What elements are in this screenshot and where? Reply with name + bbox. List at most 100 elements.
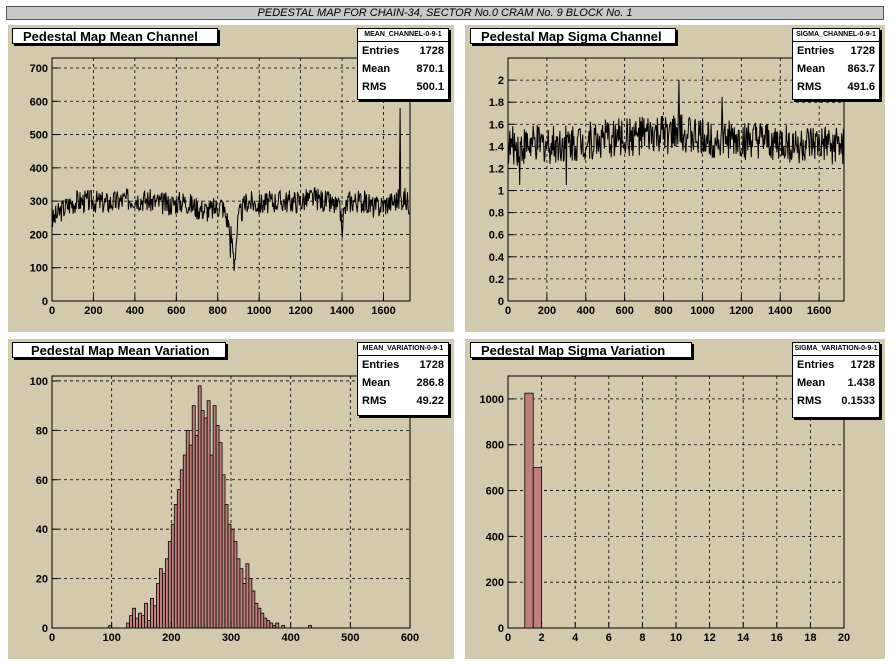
y-tick-label: 1.8 bbox=[489, 97, 504, 109]
histogram-bar bbox=[272, 625, 277, 629]
stats-box: MEAN_VARIATION-0-9-1 Entries 1728 Mean 286… bbox=[357, 342, 449, 416]
x-tick-label: 400 bbox=[281, 632, 299, 644]
x-tick-label: 1600 bbox=[371, 305, 395, 317]
y-tick-label: 0.6 bbox=[489, 230, 504, 242]
x-tick-label: 1000 bbox=[247, 305, 271, 317]
y-tick-label: 1000 bbox=[480, 394, 504, 406]
x-tick-label: 400 bbox=[577, 305, 595, 317]
x-tick-label: 4 bbox=[572, 632, 579, 644]
histogram-bar bbox=[150, 597, 154, 629]
histogram-bar bbox=[281, 625, 286, 629]
x-tick-label: 1200 bbox=[729, 305, 753, 317]
y-tick-label: 0.2 bbox=[489, 274, 504, 286]
histogram-bar bbox=[251, 590, 256, 629]
x-tick-label: 0 bbox=[505, 305, 511, 317]
histogram-bar bbox=[275, 622, 280, 629]
y-tick-label: 400 bbox=[30, 163, 48, 175]
histogram-bar bbox=[200, 410, 205, 629]
y-tick-label: 1.2 bbox=[489, 163, 504, 175]
x-tick-label: 600 bbox=[167, 305, 185, 317]
histogram-bar bbox=[153, 605, 157, 629]
y-tick-label: 1.6 bbox=[489, 119, 504, 131]
histogram-bar bbox=[179, 469, 184, 629]
page-title: PEDESTAL MAP FOR CHAIN-34, SECTOR No.0 C… bbox=[6, 6, 884, 20]
histogram-bar bbox=[173, 504, 178, 629]
x-tick-label: 8 bbox=[639, 632, 645, 644]
histogram-bar bbox=[191, 405, 196, 629]
histogram-bar bbox=[156, 583, 160, 629]
histogram-bar bbox=[135, 617, 139, 629]
stats-entries: 1728 bbox=[419, 359, 444, 371]
y-tick-label: 40 bbox=[36, 524, 48, 536]
y-tick-label: 0.4 bbox=[489, 252, 505, 264]
stats-entries-label: Entries bbox=[797, 359, 835, 371]
stats-entries: 1728 bbox=[419, 45, 444, 57]
pad-sigma-channel: 0 200 400 600 800 1000 1200 1400 1600 0 0.2 0.4 0.6 0… bbox=[465, 25, 885, 332]
histogram-bar bbox=[209, 454, 214, 629]
histogram-bar bbox=[147, 620, 151, 629]
x-tick-label: 16 bbox=[771, 632, 783, 644]
x-tick-label: 200 bbox=[538, 305, 556, 317]
y-tick-label: 800 bbox=[486, 440, 504, 452]
histogram-bar bbox=[161, 573, 166, 629]
stats-entries: 1728 bbox=[850, 45, 875, 57]
stats-mean-label: Mean bbox=[362, 63, 391, 75]
histogram-bar bbox=[129, 615, 133, 629]
y-tick-label: 600 bbox=[486, 486, 504, 498]
x-tick-label: 100 bbox=[102, 632, 120, 644]
stats-rms-label: RMS bbox=[362, 81, 387, 93]
stats-entries: 1728 bbox=[850, 359, 875, 371]
stats-box: MEAN_CHANNEL-0-9-1 Entries 1728 Mean 870.1… bbox=[357, 28, 449, 100]
y-tick-label: 100 bbox=[30, 376, 48, 388]
histogram-bar bbox=[263, 617, 268, 629]
y-tick-label: 0 bbox=[498, 296, 504, 308]
x-tick-label: 0 bbox=[49, 305, 55, 317]
histogram-bar bbox=[144, 602, 148, 629]
histogram-bar bbox=[227, 523, 232, 629]
stats-rms: 49.22 bbox=[416, 395, 444, 407]
stats-rms-label: RMS bbox=[797, 81, 822, 93]
histogram-bar bbox=[239, 568, 244, 629]
histogram-bar bbox=[158, 568, 163, 629]
histogram-bar bbox=[266, 620, 271, 629]
histogram-bar bbox=[218, 442, 223, 629]
histogram-bar bbox=[242, 583, 247, 629]
x-tick-label: 14 bbox=[737, 632, 750, 644]
x-tick-label: 6 bbox=[606, 632, 612, 644]
y-tick-label: 0 bbox=[42, 623, 48, 635]
histogram-bar bbox=[230, 528, 235, 629]
y-tick-label: 300 bbox=[30, 196, 48, 208]
chart-title: Pedestal Map Mean Channel bbox=[12, 28, 218, 44]
x-tick-label: 1400 bbox=[768, 305, 792, 317]
histogram-bar bbox=[206, 400, 211, 629]
stats-mean-label: Mean bbox=[797, 63, 826, 75]
x-tick-label: 0 bbox=[505, 632, 511, 644]
x-tick-label: 1200 bbox=[288, 305, 312, 317]
pad-mean-variation: 0 100 200 300 400 500 600 0 20 40 60 80 100 Pedestal… bbox=[8, 339, 454, 659]
stats-mean-label: Mean bbox=[362, 377, 391, 389]
y-tick-label: 400 bbox=[486, 531, 504, 543]
chart-title: Pedestal Map Mean Variation bbox=[12, 342, 226, 358]
histogram-bar bbox=[182, 454, 187, 629]
chart-title: Pedestal Map Sigma Variation bbox=[470, 342, 692, 358]
x-tick-label: 10 bbox=[670, 632, 682, 644]
y-tick-label: 700 bbox=[30, 63, 48, 75]
x-tick-label: 0 bbox=[49, 632, 55, 644]
pad-sigma-variation: 0 2 4 6 8 10 12 14 16 18 20 0 200 400 600 800 1000 Pedes… bbox=[465, 339, 885, 659]
histogram-bar bbox=[308, 625, 312, 629]
histogram-bar bbox=[236, 558, 241, 629]
stats-mean-label: Mean bbox=[797, 377, 826, 389]
histogram-bar bbox=[176, 489, 181, 629]
histogram-bar bbox=[170, 523, 175, 629]
stats-name: SIGMA_CHANNEL-0-9-1 bbox=[793, 29, 879, 42]
y-tick-label: 1.4 bbox=[489, 141, 505, 153]
stats-mean: 863.7 bbox=[847, 63, 875, 75]
histogram-bar bbox=[245, 563, 250, 629]
y-tick-label: 2 bbox=[498, 75, 504, 87]
x-tick-label: 200 bbox=[84, 305, 102, 317]
y-tick-label: 80 bbox=[36, 425, 48, 437]
x-tick-label: 800 bbox=[654, 305, 672, 317]
y-tick-label: 0 bbox=[42, 296, 48, 308]
y-tick-label: 600 bbox=[30, 96, 48, 108]
y-tick-label: 100 bbox=[30, 263, 48, 275]
